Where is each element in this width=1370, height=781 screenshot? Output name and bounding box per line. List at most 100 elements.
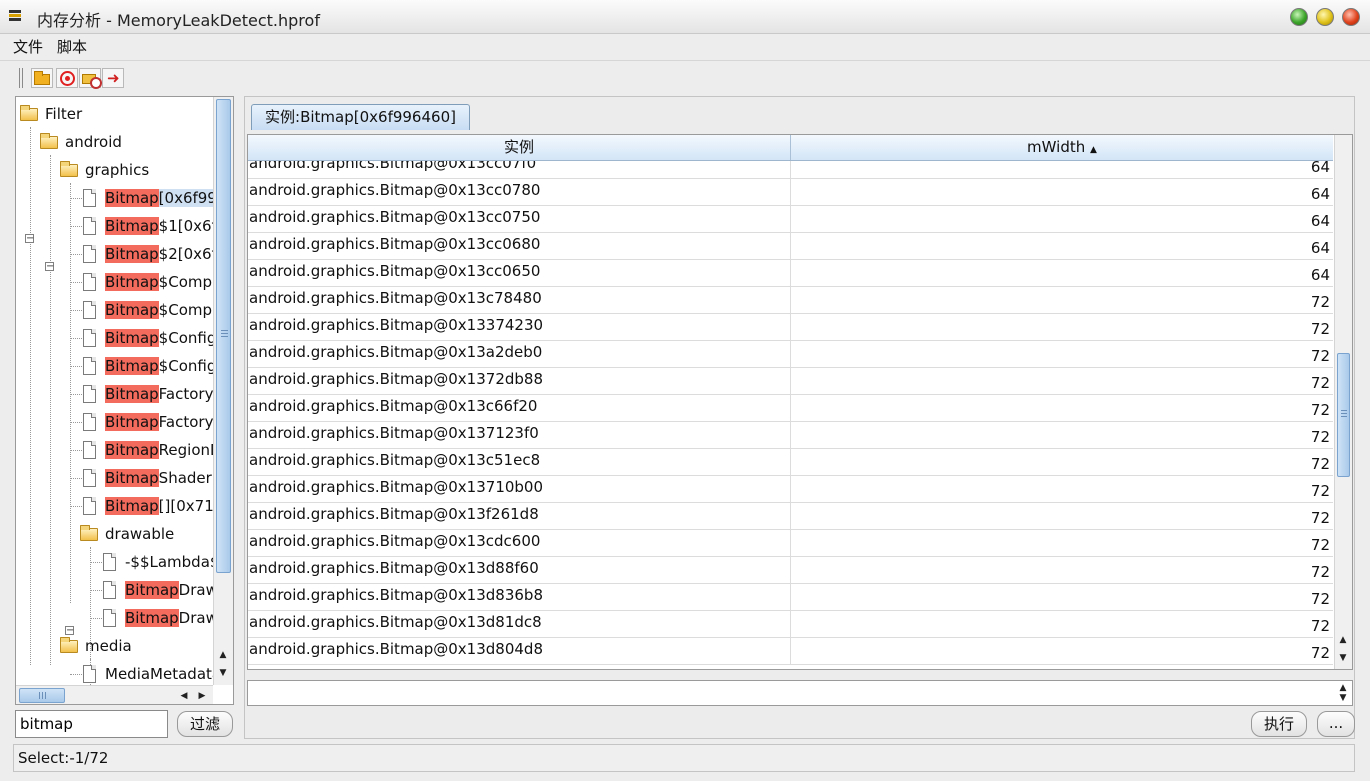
- table-row[interactable]: android.graphics.Bitmap@0x13cc07f0 64: [248, 161, 1333, 179]
- scroll-down-arrow-icon[interactable]: ▼: [1335, 650, 1351, 666]
- table-vertical-scroll-thumb[interactable]: [1337, 353, 1350, 477]
- collapse-toggle-icon[interactable]: −: [45, 262, 54, 272]
- table-row[interactable]: android.graphics.Bitmap@0x13cc0650 64: [248, 260, 1333, 287]
- tree-leaf-item[interactable]: BitmapRegionD: [70, 437, 213, 465]
- table-row[interactable]: android.graphics.Bitmap@0x13cc0750 64: [248, 206, 1333, 233]
- scroll-up-arrow-icon[interactable]: ▲: [215, 647, 231, 663]
- exit-arrow-icon[interactable]: ➜: [102, 68, 124, 88]
- menu-script[interactable]: 脚本: [57, 36, 87, 57]
- mwidth-cell: 72: [1310, 509, 1330, 527]
- tree-horizontal-scroll-thumb[interactable]: [19, 688, 65, 703]
- tree-horizontal-scrollbar[interactable]: ◀ ▶: [16, 685, 213, 704]
- table-row[interactable]: android.graphics.Bitmap@0x13d836b8 72: [248, 584, 1333, 611]
- file-icon: [103, 581, 116, 599]
- folder-open-icon: [60, 637, 78, 653]
- table-row[interactable]: android.graphics.Bitmap@0x1372db88 72: [248, 368, 1333, 395]
- instance-cell: android.graphics.Bitmap@0x13cc07f0: [248, 161, 791, 178]
- table-row[interactable]: android.graphics.Bitmap@0x13d804d8 72: [248, 638, 1333, 665]
- table-row[interactable]: android.graphics.Bitmap@0x13cc0680 64: [248, 233, 1333, 260]
- collapse-toggle-icon[interactable]: −: [25, 234, 34, 244]
- tree-leaf-item[interactable]: Bitmap$Config[: [70, 353, 213, 381]
- open-folder-icon[interactable]: [31, 68, 53, 88]
- close-button[interactable]: [1342, 8, 1360, 26]
- class-tree: Filter − android − graphics Bitmap[0x6f9…: [16, 97, 213, 685]
- table-row[interactable]: android.graphics.Bitmap@0x13c51ec8 72: [248, 449, 1333, 476]
- scroll-up-arrow-icon[interactable]: ▲: [1335, 632, 1351, 648]
- maximize-button[interactable]: [1290, 8, 1308, 26]
- menu-file[interactable]: 文件: [13, 36, 43, 57]
- folder-open-icon: [60, 161, 78, 177]
- tree-leaf-item[interactable]: Bitmap$Compre: [70, 269, 213, 297]
- tree-leaf-item[interactable]: Bitmap[0x6f996: [70, 185, 213, 213]
- scroll-left-arrow-icon[interactable]: ◀: [176, 688, 192, 704]
- column-header-instance[interactable]: 实例: [248, 135, 791, 160]
- tree-node-filter[interactable]: Filter: [20, 101, 213, 129]
- spinner-arrows-icon[interactable]: ▲ ▼: [1335, 683, 1351, 703]
- table-row[interactable]: android.graphics.Bitmap@0x13d88f60 72: [248, 557, 1333, 584]
- file-icon: [103, 609, 116, 627]
- mwidth-cell: 72: [1310, 428, 1330, 446]
- table-row[interactable]: android.graphics.Bitmap@0x13cc0780 64: [248, 179, 1333, 206]
- tree-leaf-item[interactable]: BitmapShader[(: [70, 465, 213, 493]
- table-row[interactable]: android.graphics.Bitmap@0x13c66f20 72: [248, 395, 1333, 422]
- tree-leaf-text: Draw: [178, 609, 213, 627]
- scroll-down-arrow-icon[interactable]: ▼: [215, 665, 231, 681]
- folder-open-icon: [20, 105, 38, 121]
- instance-cell: android.graphics.Bitmap@0x13d804d8: [248, 638, 791, 664]
- minimize-button[interactable]: [1316, 8, 1334, 26]
- tree-node-graphics[interactable]: graphics: [60, 157, 213, 185]
- table-vertical-scrollbar[interactable]: ▲ ▼: [1334, 135, 1352, 669]
- instance-cell: android.graphics.Bitmap@0x13cc0680: [248, 233, 791, 259]
- table-row[interactable]: android.graphics.Bitmap@0x13374230 72: [248, 314, 1333, 341]
- tree-leaf-item[interactable]: Bitmap$Config[: [70, 325, 213, 353]
- tree-leaf-item[interactable]: -$$Lambda$: [90, 549, 213, 577]
- find-icon[interactable]: [79, 68, 102, 89]
- tree-leaf-item[interactable]: BitmapFactory[(: [70, 381, 213, 409]
- table-row[interactable]: android.graphics.Bitmap@0x13cdc600 72: [248, 530, 1333, 557]
- file-icon: [83, 469, 96, 487]
- tree-vertical-scroll-thumb[interactable]: [216, 99, 231, 573]
- tree-leaf-item[interactable]: Bitmap$2[0x6fb: [70, 241, 213, 269]
- tree-leaf-item[interactable]: BitmapFactory$: [70, 409, 213, 437]
- tree-leaf-item[interactable]: MediaMetadata: [70, 661, 213, 685]
- column-header-mwidth[interactable]: mWidth ▲: [791, 135, 1333, 160]
- file-icon: [103, 553, 116, 571]
- table-row[interactable]: android.graphics.Bitmap@0x13d81dc8 72: [248, 611, 1333, 638]
- tree-leaf-item[interactable]: Bitmap$Compre: [70, 297, 213, 325]
- tree-leaf-item[interactable]: Bitmap$1[0x6fb: [70, 213, 213, 241]
- table-row[interactable]: android.graphics.Bitmap@0x13a2deb0 72: [248, 341, 1333, 368]
- table-row[interactable]: android.graphics.Bitmap@0x13c78480 72: [248, 287, 1333, 314]
- tab-instances[interactable]: 实例:Bitmap[0x6f996460]: [251, 104, 470, 130]
- table-row[interactable]: android.graphics.Bitmap@0x137123f0 72: [248, 422, 1333, 449]
- instance-cell: android.graphics.Bitmap@0x13d81dc8: [248, 611, 791, 637]
- table-row[interactable]: android.graphics.Bitmap@0x13f261d8 72: [248, 503, 1333, 530]
- mwidth-cell: 72: [1310, 320, 1330, 338]
- toolbar-grip[interactable]: [19, 68, 25, 88]
- tree-leaf-text: Draw: [178, 581, 213, 599]
- tree-leaf-item[interactable]: BitmapDraw: [90, 577, 213, 605]
- more-button[interactable]: ...: [1317, 711, 1355, 737]
- instance-cell: android.graphics.Bitmap@0x1372db88: [248, 368, 791, 394]
- tree-node-media[interactable]: media: [60, 633, 213, 661]
- tree-leaf-text: RegionD: [158, 441, 213, 459]
- match-highlight: Bitmap: [105, 217, 159, 235]
- target-icon[interactable]: [56, 68, 78, 88]
- script-input[interactable]: ▲ ▼: [247, 680, 1353, 706]
- tree-leaf-item[interactable]: Bitmap[][0x717: [70, 493, 213, 521]
- mwidth-cell: 72: [1310, 644, 1330, 662]
- tree-leaf-text: $Compre: [158, 273, 213, 291]
- table-row[interactable]: android.graphics.Bitmap@0x13710b00 72: [248, 476, 1333, 503]
- filter-button[interactable]: 过滤: [177, 711, 233, 737]
- tree-leaf-item[interactable]: BitmapDraw: [90, 605, 213, 633]
- instance-cell: android.graphics.Bitmap@0x13f261d8: [248, 503, 791, 529]
- tree-leaf-label: Bitmap$Compre: [105, 273, 213, 291]
- scroll-right-arrow-icon[interactable]: ▶: [194, 688, 210, 704]
- tree-node-android[interactable]: android: [40, 129, 213, 157]
- tree-vertical-scrollbar[interactable]: ▲ ▼: [213, 97, 233, 685]
- match-highlight: Bitmap: [105, 329, 159, 347]
- mwidth-cell: 72: [1310, 401, 1330, 419]
- tree-node-drawable[interactable]: drawable: [80, 521, 213, 549]
- filter-input[interactable]: [15, 710, 168, 738]
- execute-button[interactable]: 执行: [1251, 711, 1307, 737]
- folder-open-icon: [80, 525, 98, 541]
